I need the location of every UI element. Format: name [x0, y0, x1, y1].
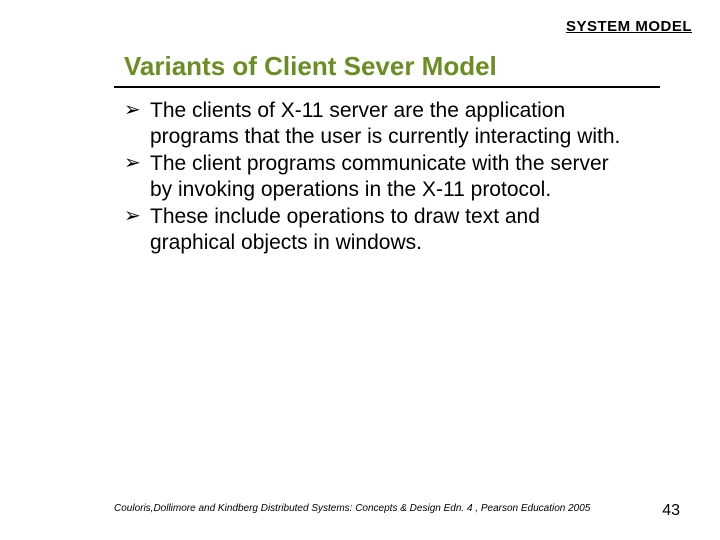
bullet-text: The client programs communicate with the…: [150, 152, 609, 201]
slide-title: Variants of Client Sever Model: [124, 51, 720, 82]
bullet-text: These include operations to draw text an…: [150, 205, 540, 254]
footer-citation: Couloris,Dollimore and Kindberg Distribu…: [114, 503, 590, 514]
section-header: SYSTEM MODEL: [0, 0, 720, 35]
bullet-arrow-icon: ➢: [124, 204, 141, 228]
bullet-list: ➢ The clients of X-11 server are the app…: [124, 98, 630, 256]
bullet-text: The clients of X-11 server are the appli…: [150, 99, 620, 148]
list-item: ➢ These include operations to draw text …: [124, 204, 630, 255]
page-number: 43: [662, 502, 680, 520]
bullet-arrow-icon: ➢: [124, 98, 141, 122]
bullet-arrow-icon: ➢: [124, 151, 141, 175]
list-item: ➢ The client programs communicate with t…: [124, 151, 630, 202]
list-item: ➢ The clients of X-11 server are the app…: [124, 98, 630, 149]
title-underline: [114, 86, 660, 88]
